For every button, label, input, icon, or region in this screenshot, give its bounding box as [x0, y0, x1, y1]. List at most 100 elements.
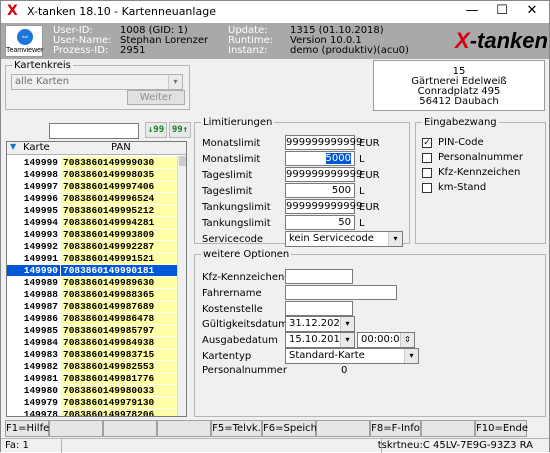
checkbox-icon[interactable]	[422, 183, 432, 193]
status-company: Fa: 1	[5, 440, 29, 451]
karte-cell: 149995	[7, 205, 60, 216]
column-pan[interactable]: PAN	[111, 142, 131, 153]
monatslimit-l-label: Monatslimit	[202, 154, 261, 165]
personalnummer-value[interactable]: 0	[341, 365, 347, 376]
table-row[interactable]: 149980 7083860149980033	[7, 385, 177, 396]
minimize-button[interactable]: —	[457, 1, 487, 23]
table-row[interactable]: 149995 7083860149995212	[7, 205, 177, 216]
kfz-field[interactable]	[285, 269, 353, 284]
fkey-empty-7[interactable]	[316, 420, 370, 437]
f1-help-button[interactable]: F1=Hilfe	[5, 420, 49, 437]
f5-telvk-button[interactable]: F5=Telvk.	[211, 420, 262, 437]
chevron-down-icon: ▾	[388, 232, 402, 246]
checkbox-label: PIN-Code	[438, 137, 484, 148]
table-row[interactable]: 149999 7083860149999030	[7, 157, 177, 168]
options-legend: weitere Optionen	[203, 249, 290, 260]
karte-cell: 149997	[7, 181, 60, 192]
checkbox-icon[interactable]	[422, 168, 432, 178]
kfz-label: Kfz-Kennzeichen	[202, 272, 285, 283]
f10-exit-button[interactable]: F10=Ende	[475, 420, 528, 437]
close-button[interactable]: ✕	[517, 1, 547, 23]
table-row[interactable]: 149978 7083860149978206	[7, 409, 177, 416]
fkey-empty-2[interactable]	[49, 420, 103, 437]
tageslimit-eur-field[interactable]: 999999999999	[285, 167, 362, 182]
table-row[interactable]: 149993 7083860149993809	[7, 229, 177, 240]
card-list[interactable]: ▼ Karte PAN 149999 7083860149999030 149998…	[6, 141, 187, 417]
status-bar: Fa: 1 tskrtneu:C 45LV-7E9G-93Z3 RA	[1, 438, 549, 453]
kartenkreis-select[interactable]: alle Karten ▾	[11, 74, 183, 90]
eingabezwang-checkbox[interactable]: ✓ PIN-Code	[422, 137, 532, 149]
pan-cell: 7083860149996524	[61, 193, 177, 204]
table-row[interactable]: 149985 7083860149985797	[7, 325, 177, 336]
monatslimit-eur-unit: EUR	[359, 138, 380, 149]
spin-icon: ⇕	[400, 333, 414, 347]
tankungslimit-eur-unit: EUR	[359, 202, 380, 213]
weiter-button[interactable]: Weiter	[127, 90, 185, 105]
kartenkreis-legend: Kartenkreis	[14, 60, 71, 71]
fkey-empty-3[interactable]	[103, 420, 157, 437]
kostenstelle-field[interactable]	[285, 301, 353, 316]
karte-cell: 149993	[7, 229, 60, 240]
instance-label: Instanz:	[228, 45, 268, 56]
fahrername-label: Fahrername	[202, 288, 262, 299]
table-row[interactable]: 149990 7083860149990181	[7, 265, 177, 276]
table-row[interactable]: 149981 7083860149981776	[7, 373, 177, 384]
fahrername-field[interactable]	[285, 285, 397, 300]
scrollbar-thumb[interactable]	[179, 156, 186, 166]
table-row[interactable]: 149979 7083860149979130	[7, 397, 177, 408]
karte-cell: 149978	[7, 409, 60, 416]
checkbox-icon[interactable]: ✓	[422, 138, 432, 148]
table-row[interactable]: 149984 7083860149984938	[7, 337, 177, 348]
tankungslimit-l-field[interactable]: 50	[285, 215, 355, 230]
eingabezwang-checkbox[interactable]: Personalnummer	[422, 152, 532, 164]
table-row[interactable]: 149994 7083860149994281	[7, 217, 177, 228]
kartentyp-select[interactable]: Standard-Karte ▾	[285, 348, 419, 364]
checkbox-icon[interactable]	[422, 153, 432, 163]
pan-cell: 7083860149988365	[61, 289, 177, 300]
ausgabedatum-picker[interactable]: 15.10.2018 ▾	[285, 332, 355, 348]
monatslimit-eur-field[interactable]: 999999999999	[285, 135, 362, 150]
scroll-down-99-button[interactable]: ↓99	[145, 122, 167, 138]
f8-info-button[interactable]: F8=F-Info	[370, 420, 421, 437]
table-row[interactable]: 149989 7083860149989630	[7, 277, 177, 288]
fkey-empty-9[interactable]	[421, 420, 475, 437]
table-row[interactable]: 149987 7083860149987689	[7, 301, 177, 312]
column-karte[interactable]: Karte	[23, 142, 50, 153]
karte-cell: 149988	[7, 289, 60, 300]
pan-cell: 7083860149986478	[61, 313, 177, 324]
eingabezwang-checkbox[interactable]: km-Stand	[422, 182, 532, 194]
karte-cell: 149981	[7, 373, 60, 384]
maximize-button[interactable]: ☐	[487, 1, 517, 23]
table-row[interactable]: 149996 7083860149996524	[7, 193, 177, 204]
card-search-input[interactable]	[49, 123, 139, 139]
servicecode-select[interactable]: kein Servicecode ▾	[285, 231, 403, 247]
tageslimit-eur-unit: EUR	[359, 170, 380, 181]
table-row[interactable]: 149982 7083860149982553	[7, 361, 177, 372]
pan-cell: 7083860149998035	[61, 169, 177, 180]
pan-cell: 7083860149997406	[61, 181, 177, 192]
pan-cell: 7083860149985797	[61, 325, 177, 336]
ausgabedatum-label: Ausgabedatum	[202, 335, 278, 346]
f6-save-button[interactable]: F6=Speich.	[262, 420, 320, 437]
ausgabezeit-field[interactable]: 00:00:00 ⇕	[357, 332, 415, 348]
teamviewer-button[interactable]: ⇔ Teamviewer	[5, 25, 43, 57]
table-row[interactable]: 149988 7083860149988365	[7, 289, 177, 300]
eingabezwang-checkbox[interactable]: Kfz-Kennzeichen	[422, 167, 532, 179]
table-row[interactable]: 149983 7083860149983715	[7, 349, 177, 360]
table-row[interactable]: 149986 7083860149986478	[7, 313, 177, 324]
table-row[interactable]: 149991 7083860149991521	[7, 253, 177, 264]
scroll-up-99-button[interactable]: 99↑	[169, 122, 191, 138]
chevron-down-icon: ▾	[340, 317, 354, 331]
karte-cell: 149990	[7, 265, 60, 276]
tankungslimit-eur-field[interactable]: 999999999999	[285, 199, 362, 214]
sort-down-icon[interactable]: ▼	[10, 142, 16, 151]
table-row[interactable]: 149998 7083860149998035	[7, 169, 177, 180]
gueltigkeitsdatum-picker[interactable]: 31.12.2029 ▾	[285, 316, 355, 332]
card-list-scrollbar[interactable]	[177, 156, 186, 416]
tageslimit-l-field[interactable]: 500	[285, 183, 355, 198]
table-row[interactable]: 149992 7083860149992287	[7, 241, 177, 252]
monatslimit-eur-label: Monatslimit	[202, 138, 261, 149]
table-row[interactable]: 149997 7083860149997406	[7, 181, 177, 192]
fkey-empty-4[interactable]	[157, 420, 211, 437]
monatslimit-l-field[interactable]: 5000	[285, 151, 355, 166]
